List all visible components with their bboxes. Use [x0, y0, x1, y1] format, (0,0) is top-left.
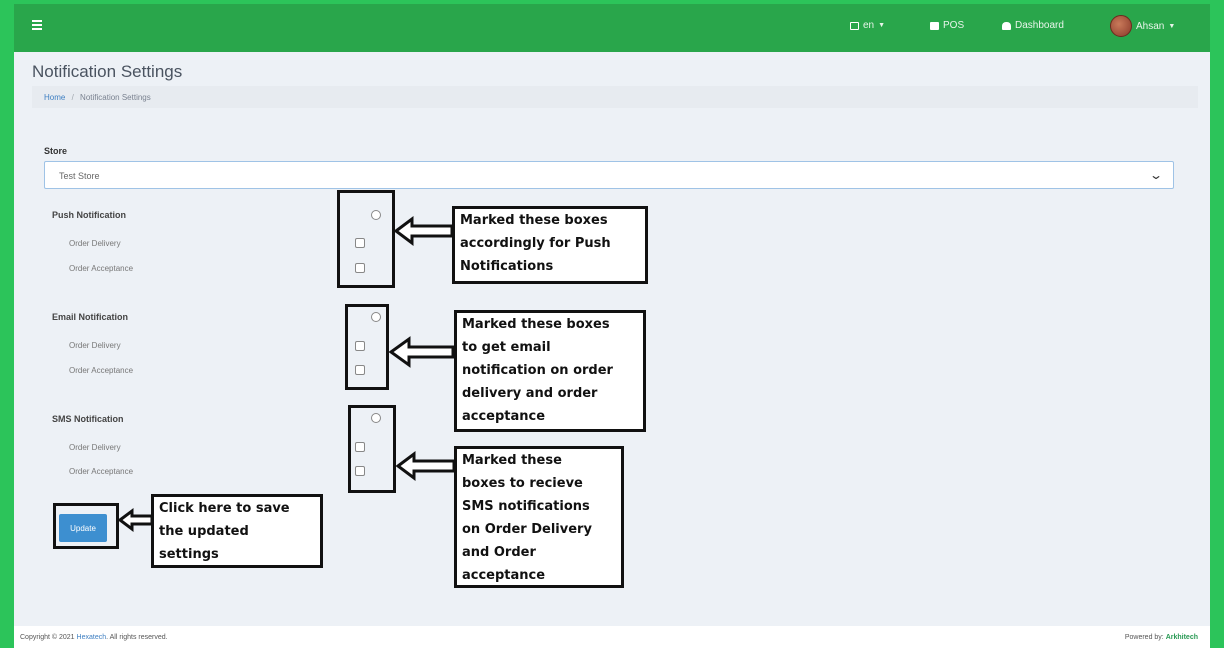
push-order-acceptance-label: Order Acceptance [69, 264, 134, 273]
note-line: acceptance [462, 568, 546, 583]
hamburger-icon[interactable] [32, 20, 42, 30]
note-line: notification on order [462, 363, 613, 378]
update-arrow-icon [118, 508, 154, 532]
note-line: Marked these boxes [460, 213, 608, 228]
note-line: on Order Delivery [462, 522, 592, 537]
pos-link[interactable]: POS [930, 20, 964, 31]
sms-order-acceptance-label: Order Acceptance [69, 467, 134, 476]
push-annotation-note: Marked these boxes accordingly for Push … [452, 206, 648, 284]
page-title: Notification Settings [32, 62, 183, 81]
app-frame: en ▼ POS Dashboard Ahsan ▼ Notification … [14, 0, 1210, 648]
sms-annotation-note: Marked these boxes to recieve SMS notifi… [454, 446, 624, 588]
note-line: the updated [159, 524, 249, 539]
store-label: Store [44, 146, 68, 156]
dashboard-icon [1002, 21, 1011, 30]
chevron-down-icon: ⌄ [1148, 168, 1164, 182]
note-line: settings [159, 547, 219, 562]
push-checkbox-highlight [337, 190, 395, 288]
note-line: delivery and order [462, 386, 598, 401]
email-checkbox-highlight [345, 304, 389, 390]
note-line: boxes to recieve [462, 476, 583, 491]
note-line: and Order [462, 545, 536, 560]
store-select[interactable]: Test Store ⌄ [44, 161, 1174, 189]
copyright-prefix: Copyright © 2021 [20, 634, 75, 641]
store-selected-value: Test Store [59, 171, 100, 181]
email-notification-title: Email Notification [52, 312, 129, 322]
powered-prefix: Powered by: [1124, 634, 1164, 641]
user-menu[interactable]: Ahsan ▼ [1110, 15, 1175, 37]
email-annotation-note: Marked these boxes to get email notifica… [454, 310, 646, 432]
powered-by: Powered by: Arkhitech [1125, 634, 1198, 641]
update-annotation-note: Click here to save the updated settings [151, 494, 323, 568]
chevron-down-icon: ▼ [1168, 22, 1176, 30]
sms-checkbox-highlight [348, 405, 396, 493]
footer: Copyright © 2021 Hexatech. All rights re… [14, 626, 1210, 648]
note-line: Marked these [462, 453, 562, 468]
update-button-highlight [53, 503, 119, 549]
dashboard-link[interactable]: Dashboard [1002, 20, 1064, 31]
powered-brand-link[interactable]: Arkhitech [1166, 634, 1198, 641]
dashboard-label: Dashboard [1015, 20, 1064, 31]
top-navbar: en ▼ POS Dashboard Ahsan ▼ [14, 0, 1210, 52]
email-order-delivery-label: Order Delivery [69, 341, 121, 350]
breadcrumb-current: Notification Settings [80, 93, 151, 102]
note-line: SMS notifications [462, 499, 590, 514]
chevron-down-icon: ▼ [878, 22, 886, 29]
breadcrumb-home[interactable]: Home [44, 93, 65, 102]
email-arrow-icon [389, 336, 455, 368]
pos-icon [930, 21, 939, 30]
push-arrow-icon [394, 216, 454, 246]
note-line: acceptance [462, 409, 546, 424]
flag-icon [850, 21, 859, 30]
sms-arrow-icon [396, 451, 456, 481]
language-dropdown[interactable]: en ▼ [850, 20, 885, 31]
push-notification-title: Push Notification [52, 210, 126, 220]
avatar [1110, 15, 1132, 37]
breadcrumb: Home / Notification Settings [32, 86, 1198, 108]
push-order-delivery-label: Order Delivery [69, 239, 121, 248]
note-line: Marked these boxes [462, 317, 610, 332]
note-line: to get email [462, 340, 551, 355]
note-line: Notifications [460, 259, 554, 274]
email-order-acceptance-label: Order Acceptance [69, 366, 134, 375]
sms-notification-title: SMS Notification [52, 414, 124, 424]
user-name: Ahsan [1136, 20, 1165, 32]
copyright: Copyright © 2021 Hexatech. All rights re… [20, 634, 168, 641]
pos-label: POS [943, 20, 965, 31]
language-label: en [863, 20, 875, 31]
note-line: accordingly for Push [460, 236, 611, 251]
sms-order-delivery-label: Order Delivery [69, 443, 121, 452]
copyright-suffix: . All rights reserved. [106, 634, 168, 641]
company-link[interactable]: Hexatech [77, 634, 107, 641]
note-line: Click here to save [159, 501, 290, 516]
breadcrumb-separator: / [71, 93, 74, 102]
